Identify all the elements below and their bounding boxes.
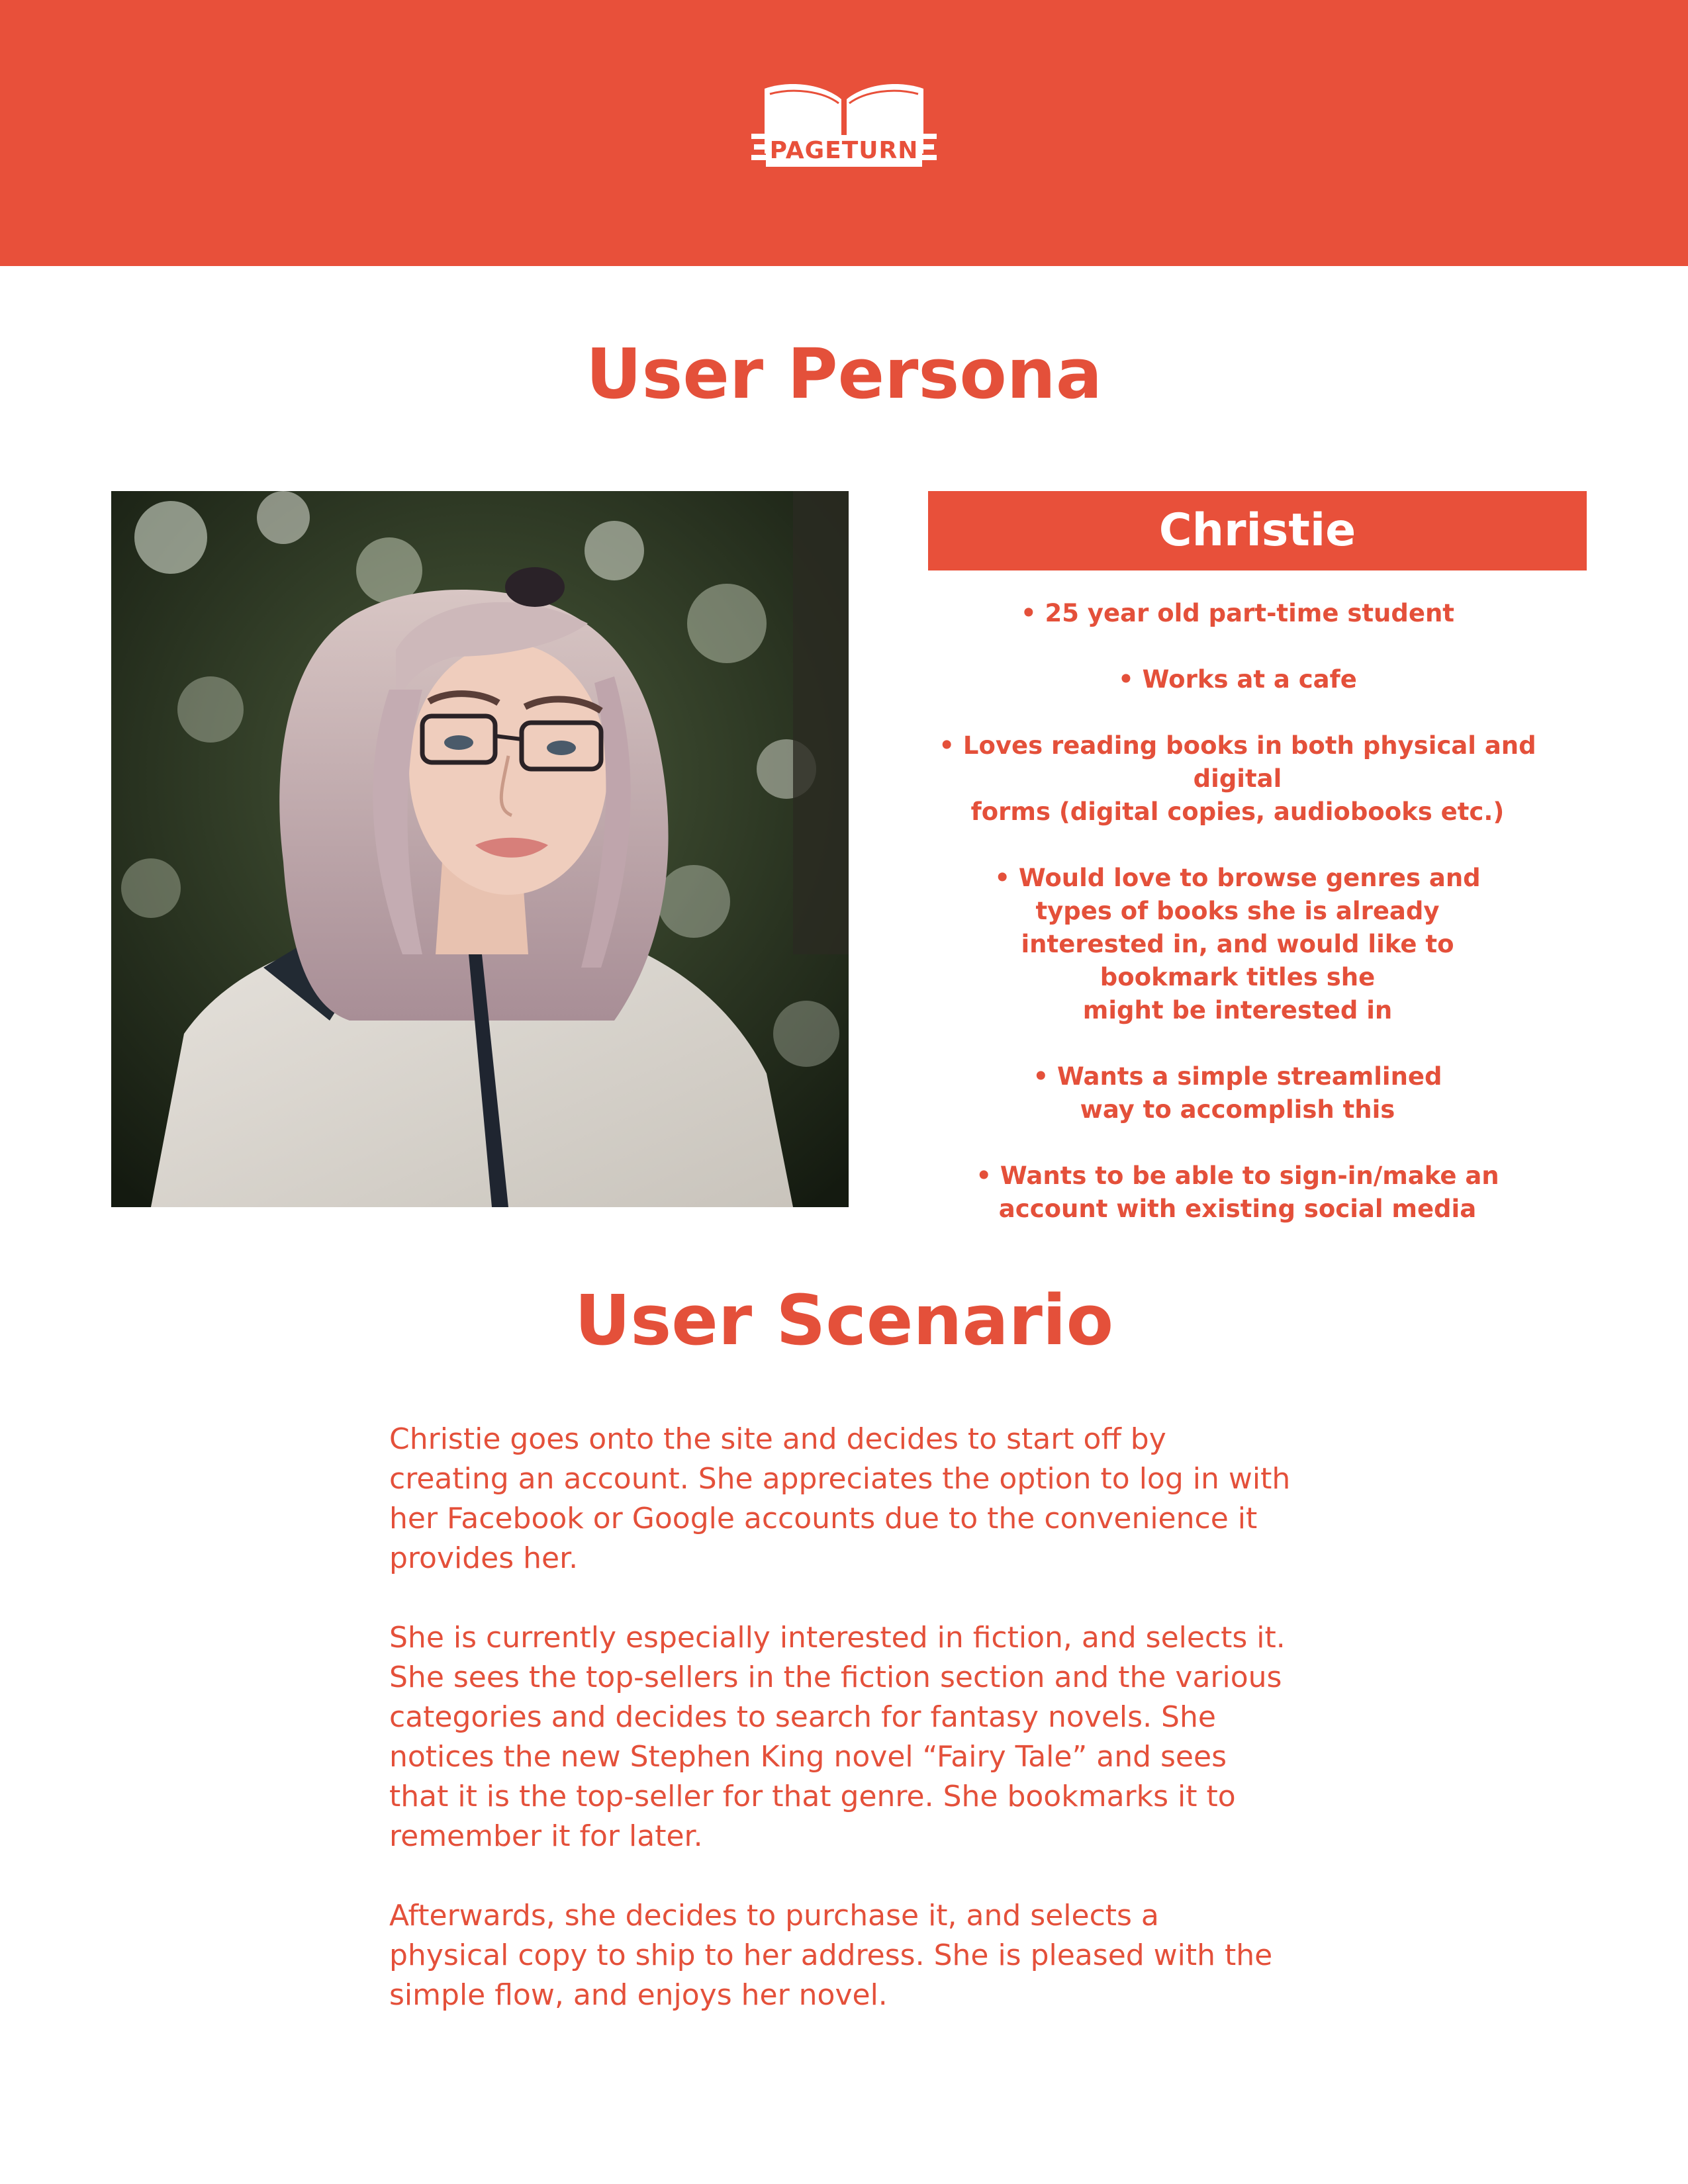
scenario-body: Christie goes onto the site and decides … <box>389 1420 1329 2055</box>
header-banner: PAGETURN <box>0 0 1688 266</box>
persona-photo <box>111 491 849 1207</box>
trait-item: • Wants to be able to sign-in/make an ac… <box>976 1161 1499 1223</box>
trait-item: • Loves reading books in both physical a… <box>939 731 1536 826</box>
trait-item: • 25 year old part-time student <box>1021 599 1454 627</box>
scenario-paragraph: Afterwards, she decides to purchase it, … <box>389 1899 1273 2012</box>
logo-wordmark: PAGETURN <box>769 137 919 164</box>
persona-name: Christie <box>928 491 1587 570</box>
persona-traits-list: • 25 year old part-time student • Works … <box>902 597 1573 1259</box>
trait-item: • Works at a cafe <box>1118 665 1357 694</box>
scenario-title: User Scenario <box>574 1280 1114 1361</box>
scenario-paragraph: Christie goes onto the site and decides … <box>389 1422 1291 1575</box>
pageturn-logo[interactable]: PAGETURN <box>751 79 937 179</box>
persona-title: User Persona <box>586 334 1102 414</box>
trait-item: • Wants a simple streamlined way to acco… <box>1033 1062 1442 1124</box>
trait-item: • Would love to browse genres and types … <box>994 864 1481 1024</box>
scenario-paragraph: She is currently especially interested i… <box>389 1621 1286 1853</box>
